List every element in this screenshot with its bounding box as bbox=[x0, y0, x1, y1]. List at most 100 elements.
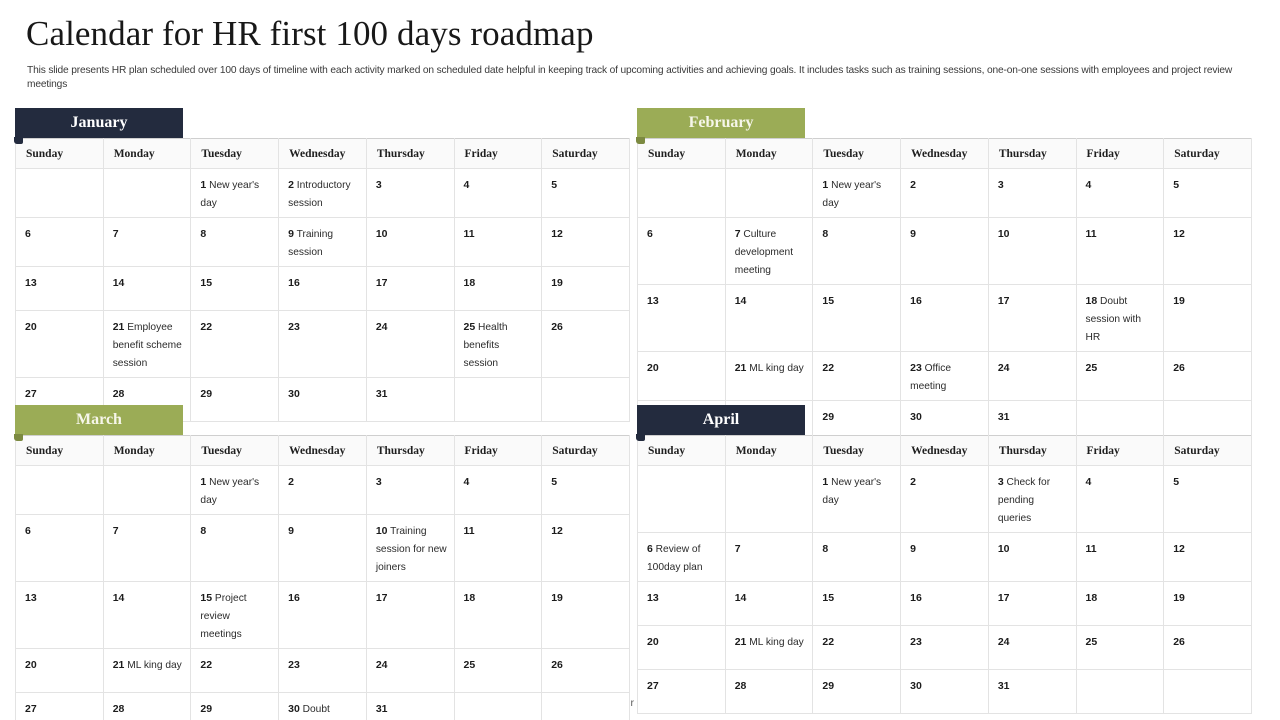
day-cell[interactable] bbox=[637, 168, 726, 218]
day-cell[interactable]: 9 bbox=[900, 217, 989, 285]
day-cell[interactable]: 26 bbox=[1163, 351, 1252, 401]
day-cell[interactable]: 15 bbox=[812, 284, 902, 352]
day-cell[interactable]: 28 bbox=[724, 669, 814, 714]
day-cell[interactable]: 2 bbox=[900, 168, 989, 218]
day-cell[interactable]: 19 bbox=[1163, 284, 1252, 352]
day-cell[interactable]: 31 bbox=[365, 377, 455, 422]
day-cell[interactable]: 18 Doubt session with HR bbox=[1075, 284, 1165, 352]
day-cell[interactable]: 13 bbox=[15, 581, 104, 649]
day-cell[interactable]: 2 bbox=[278, 465, 367, 515]
day-cell[interactable]: 21 ML king day bbox=[102, 648, 192, 693]
day-cell[interactable]: 7 bbox=[102, 514, 192, 582]
day-cell[interactable]: 8 bbox=[190, 514, 280, 582]
day-cell[interactable]: 7 bbox=[102, 217, 192, 267]
day-cell[interactable]: 16 bbox=[900, 284, 989, 352]
day-cell[interactable]: 12 bbox=[541, 514, 630, 582]
day-cell[interactable]: 3 bbox=[987, 168, 1077, 218]
day-cell[interactable]: 26 bbox=[541, 648, 630, 693]
day-cell[interactable]: 13 bbox=[637, 284, 726, 352]
day-cell[interactable]: 9 bbox=[278, 514, 367, 582]
day-cell[interactable]: 2 bbox=[900, 465, 989, 533]
day-cell[interactable]: 6 bbox=[15, 217, 104, 267]
day-cell[interactable] bbox=[724, 168, 814, 218]
day-cell[interactable]: 27 bbox=[637, 669, 726, 714]
day-cell[interactable] bbox=[541, 377, 630, 422]
day-cell[interactable]: 23 bbox=[278, 648, 367, 693]
day-cell[interactable]: 4 bbox=[1075, 168, 1165, 218]
day-cell[interactable]: 18 bbox=[453, 581, 543, 649]
day-cell[interactable]: 4 bbox=[1075, 465, 1165, 533]
day-cell[interactable]: 14 bbox=[724, 284, 814, 352]
day-cell[interactable]: 21 Employee benefit scheme session bbox=[102, 310, 192, 378]
day-cell[interactable]: 29 bbox=[190, 692, 280, 720]
day-cell[interactable] bbox=[541, 692, 630, 720]
day-cell[interactable] bbox=[1163, 669, 1252, 714]
day-cell[interactable]: 3 Check for pending queries bbox=[987, 465, 1077, 533]
day-cell[interactable] bbox=[15, 465, 104, 515]
day-cell[interactable]: 23 bbox=[278, 310, 367, 378]
day-cell[interactable]: 21 ML king day bbox=[724, 351, 814, 401]
day-cell[interactable]: 27 bbox=[15, 692, 104, 720]
day-cell[interactable]: 25 bbox=[453, 648, 543, 693]
day-cell[interactable]: 1 New year's day bbox=[812, 168, 902, 218]
day-cell[interactable]: 11 bbox=[453, 514, 543, 582]
day-cell[interactable]: 9 Training session bbox=[278, 217, 367, 267]
day-cell[interactable]: 30 bbox=[278, 377, 367, 422]
day-cell[interactable]: 31 bbox=[365, 692, 455, 720]
day-cell[interactable]: 24 bbox=[987, 625, 1077, 670]
day-cell[interactable]: 8 bbox=[812, 532, 902, 582]
day-cell[interactable]: 6 bbox=[15, 514, 104, 582]
day-cell[interactable]: 28 bbox=[102, 692, 192, 720]
day-cell[interactable]: 11 bbox=[1075, 532, 1165, 582]
day-cell[interactable]: 29 bbox=[190, 377, 280, 422]
day-cell[interactable] bbox=[15, 168, 104, 218]
day-cell[interactable]: 29 bbox=[812, 669, 902, 714]
day-cell[interactable]: 1 New year's day bbox=[812, 465, 902, 533]
day-cell[interactable]: 17 bbox=[987, 581, 1077, 626]
day-cell[interactable]: 8 bbox=[190, 217, 280, 267]
day-cell[interactable]: 31 bbox=[987, 669, 1077, 714]
day-cell[interactable]: 19 bbox=[1163, 581, 1252, 626]
day-cell[interactable]: 30 bbox=[900, 669, 989, 714]
day-cell[interactable]: 26 bbox=[1163, 625, 1252, 670]
day-cell[interactable]: 20 bbox=[637, 625, 726, 670]
day-cell[interactable]: 23 bbox=[900, 625, 989, 670]
day-cell[interactable]: 22 bbox=[812, 351, 902, 401]
day-cell[interactable]: 14 bbox=[724, 581, 814, 626]
day-cell[interactable]: 25 bbox=[1075, 351, 1165, 401]
day-cell[interactable]: 10 bbox=[365, 217, 455, 267]
day-cell[interactable]: 12 bbox=[541, 217, 630, 267]
day-cell[interactable]: 7 bbox=[724, 532, 814, 582]
day-cell[interactable]: 25 Health benefits session bbox=[453, 310, 543, 378]
day-cell[interactable]: 18 bbox=[453, 266, 543, 311]
day-cell[interactable] bbox=[102, 465, 192, 515]
day-cell[interactable]: 21 ML king day bbox=[724, 625, 814, 670]
day-cell[interactable]: 24 bbox=[365, 310, 455, 378]
day-cell[interactable]: 20 bbox=[15, 310, 104, 378]
day-cell[interactable]: 14 bbox=[102, 581, 192, 649]
day-cell[interactable]: 12 bbox=[1163, 217, 1252, 285]
day-cell[interactable]: 2 Introductory session bbox=[278, 168, 367, 218]
day-cell[interactable]: 16 bbox=[900, 581, 989, 626]
day-cell[interactable] bbox=[102, 168, 192, 218]
day-cell[interactable]: 4 bbox=[453, 465, 543, 515]
day-cell[interactable]: 6 Review of 100day plan bbox=[637, 532, 726, 582]
day-cell[interactable]: 22 bbox=[190, 310, 280, 378]
day-cell[interactable]: 19 bbox=[541, 266, 630, 311]
day-cell[interactable] bbox=[453, 692, 543, 720]
day-cell[interactable]: 16 bbox=[278, 266, 367, 311]
day-cell[interactable]: 10 Training session for new joiners bbox=[365, 514, 455, 582]
day-cell[interactable]: 30 Doubt session with HR bbox=[278, 692, 367, 720]
day-cell[interactable]: 3 bbox=[365, 465, 455, 515]
day-cell[interactable]: 15 bbox=[812, 581, 902, 626]
day-cell[interactable]: 17 bbox=[365, 266, 455, 311]
day-cell[interactable]: 17 bbox=[987, 284, 1077, 352]
day-cell[interactable]: 20 bbox=[15, 648, 104, 693]
day-cell[interactable]: 1 New year's day bbox=[190, 168, 280, 218]
day-cell[interactable]: 9 bbox=[900, 532, 989, 582]
day-cell[interactable]: 5 bbox=[1163, 168, 1252, 218]
day-cell[interactable]: 15 bbox=[190, 266, 280, 311]
day-cell[interactable]: 5 bbox=[541, 168, 630, 218]
day-cell[interactable]: 24 bbox=[365, 648, 455, 693]
day-cell[interactable] bbox=[724, 465, 814, 533]
